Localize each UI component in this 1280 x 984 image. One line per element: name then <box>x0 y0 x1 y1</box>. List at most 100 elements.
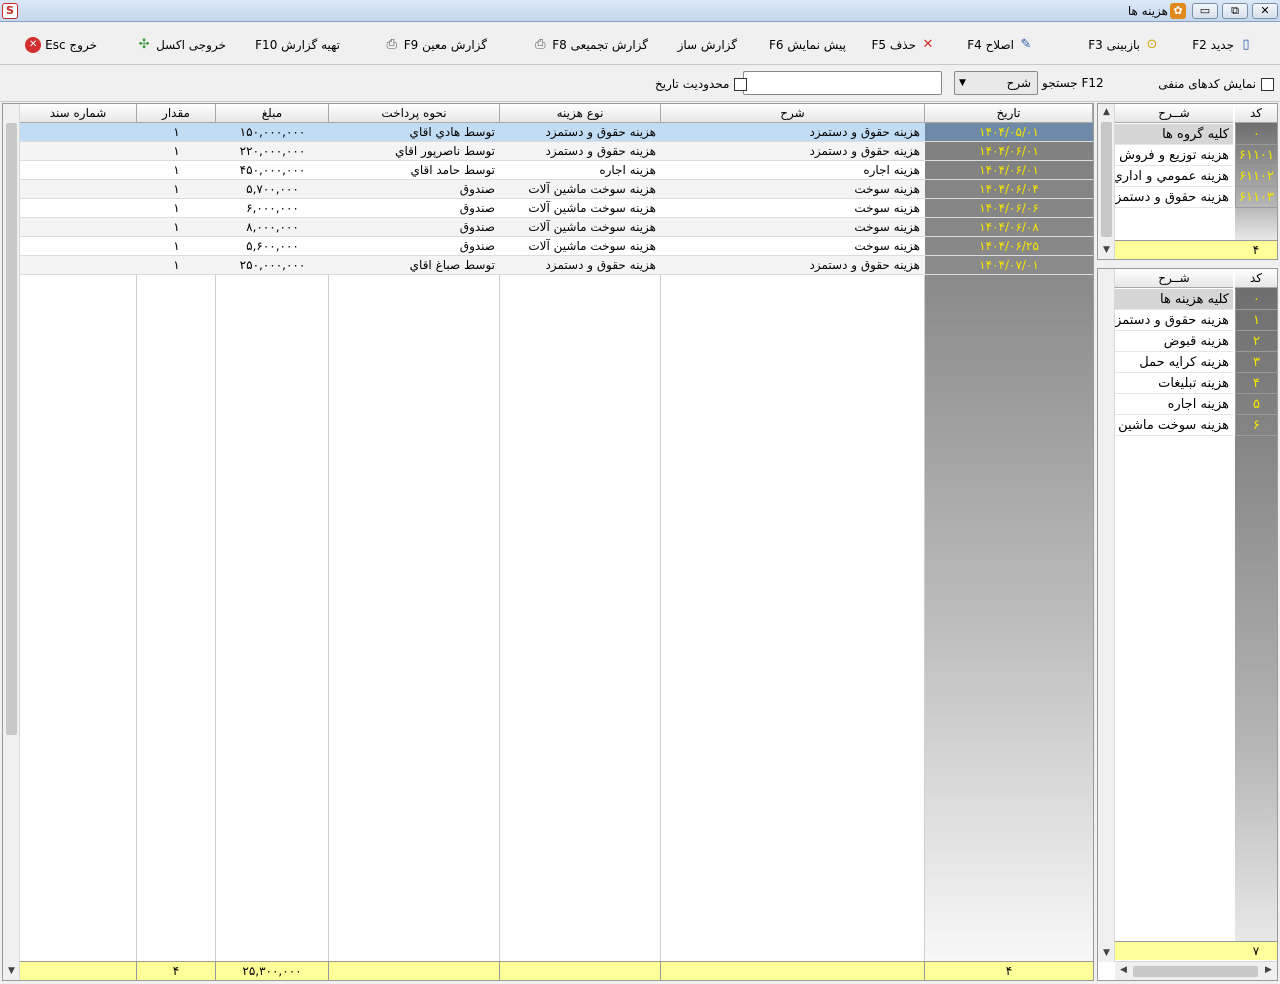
cell-quantity[interactable]: ۱ <box>137 199 216 218</box>
list-item-code[interactable]: ۲ <box>1235 331 1277 352</box>
cell-date[interactable]: ۱۴۰۴/۰۶/۰۴ <box>925 180 1093 199</box>
group-panel-scrollbar[interactable]: ▲ ▼ <box>1098 104 1115 259</box>
cell-payment-method[interactable]: صندوق <box>329 218 500 237</box>
list-item-code[interactable]: ۴ <box>1235 373 1277 394</box>
cell-description[interactable]: هزینه حقوق و دستمزد <box>661 123 925 142</box>
cell-expense-type[interactable]: هزینه سوخت ماشین آلات <box>500 199 661 218</box>
list-item-code[interactable]: ۶ <box>1235 415 1277 436</box>
cell-date[interactable]: ۱۴۰۴/۰۶/۰۱ <box>925 161 1093 180</box>
scrollbar-thumb[interactable] <box>1101 122 1112 237</box>
cell-doc-number[interactable] <box>20 161 137 180</box>
list-item-label[interactable]: هزینه کرایه حمل <box>1115 352 1233 373</box>
list-item-code[interactable]: ۶۱۱۰۲ <box>1235 166 1277 187</box>
exit-button[interactable]: خروج Esc ✕ <box>25 35 97 55</box>
scrollbar-thumb[interactable] <box>1133 966 1258 977</box>
cell-quantity[interactable]: ۱ <box>137 256 216 275</box>
scroll-left-arrow-icon[interactable]: ◀ <box>1115 962 1132 979</box>
list-item-label[interactable]: کلیه هزینه ها <box>1115 289 1233 310</box>
cell-expense-type[interactable]: هزینه حقوق و دستمزد <box>500 256 661 275</box>
list-item-label[interactable]: هزینه حقوق و دستمزد <box>1115 310 1233 331</box>
date-limit-option[interactable]: محدودیت تاریخ <box>655 77 748 91</box>
excel-export-button[interactable]: خروجی اکسل ✣ <box>136 35 226 55</box>
cell-date[interactable]: ۱۴۰۴/۰۵/۰۱ <box>925 123 1093 142</box>
scrollbar-thumb[interactable] <box>6 123 17 735</box>
prepare-report-button[interactable]: تهیه گزارش F10 <box>255 35 340 55</box>
list-item-label[interactable]: هزینه قبوض <box>1115 331 1233 352</box>
cell-description[interactable]: هزینه اجاره <box>661 161 925 180</box>
cell-payment-method[interactable]: توسط صباغ اقاي <box>329 256 500 275</box>
cell-description[interactable]: هزینه حقوق و دستمزد <box>661 142 925 161</box>
cell-description[interactable]: هزینه سوخت <box>661 218 925 237</box>
cell-payment-method[interactable]: توسط حامد اقاي <box>329 161 500 180</box>
cell-quantity[interactable]: ۱ <box>137 218 216 237</box>
cell-doc-number[interactable] <box>20 123 137 142</box>
cell-payment-method[interactable]: صندوق <box>329 199 500 218</box>
cell-amount[interactable]: ۴۵۰,۰۰۰,۰۰۰ <box>216 161 329 180</box>
cell-description[interactable]: هزینه سوخت <box>661 237 925 256</box>
cell-doc-number[interactable] <box>20 256 137 275</box>
minimize-button[interactable]: ▭ <box>1192 3 1218 19</box>
cell-payment-method[interactable]: توسط ناصرپور اقاي <box>329 142 500 161</box>
cell-doc-number[interactable] <box>20 218 137 237</box>
cell-doc-number[interactable] <box>20 180 137 199</box>
cell-expense-type[interactable]: هزینه حقوق و دستمزد <box>500 142 661 161</box>
list-item-code[interactable]: ۶۱۱۰۳ <box>1235 187 1277 208</box>
category-panel-scrollbar[interactable]: ▼ <box>1098 269 1115 962</box>
cell-expense-type[interactable]: هزینه حقوق و دستمزد <box>500 123 661 142</box>
cell-amount[interactable]: ۶,۰۰۰,۰۰۰ <box>216 199 329 218</box>
show-negative-codes-checkbox[interactable] <box>1261 77 1274 91</box>
cell-description[interactable]: هزینه سوخت <box>661 180 925 199</box>
list-item-code[interactable]: ۵ <box>1235 394 1277 415</box>
grid-vertical-scrollbar[interactable]: ▼ <box>3 104 20 980</box>
list-item-code[interactable]: ۱ <box>1235 310 1277 331</box>
cell-doc-number[interactable] <box>20 237 137 256</box>
scroll-down-arrow-icon[interactable]: ▼ <box>3 963 20 980</box>
list-item-code[interactable]: ۳ <box>1235 352 1277 373</box>
report-builder-button[interactable]: گزارش ساز <box>678 35 737 55</box>
scroll-right-arrow-icon[interactable]: ▶ <box>1260 962 1277 979</box>
cell-expense-type[interactable]: هزینه سوخت ماشین آلات <box>500 237 661 256</box>
scroll-down-arrow-icon[interactable]: ▼ <box>1098 945 1115 962</box>
header-quantity[interactable]: مقدار <box>137 104 216 123</box>
delete-button[interactable]: ✕ حذف F5 <box>871 35 936 55</box>
date-limit-checkbox[interactable] <box>734 77 748 91</box>
header-doc-number[interactable]: شماره سند <box>20 104 137 123</box>
cell-description[interactable]: هزینه حقوق و دستمزد <box>661 256 925 275</box>
cell-quantity[interactable]: ۱ <box>137 161 216 180</box>
cell-date[interactable]: ۱۴۰۴/۰۷/۰۱ <box>925 256 1093 275</box>
list-item-label[interactable]: هزینه سوخت ماشین آلات <box>1115 415 1233 436</box>
header-amount[interactable]: مبلغ <box>216 104 329 123</box>
restore-button[interactable]: ⧉ <box>1222 3 1248 19</box>
new-button[interactable]: ▯ جدید F2 <box>1192 35 1254 55</box>
view-button[interactable]: ⊙ بازبینی F3 <box>1088 35 1160 55</box>
cell-amount[interactable]: ۱۵۰,۰۰۰,۰۰۰ <box>216 123 329 142</box>
cell-amount[interactable]: ۵,۷۰۰,۰۰۰ <box>216 180 329 199</box>
list-item-label[interactable]: هزینه اجاره <box>1115 394 1233 415</box>
cell-expense-type[interactable]: هزینه سوخت ماشین آلات <box>500 218 661 237</box>
list-item-label[interactable]: هزینه توزیع و فروش <box>1115 145 1233 166</box>
header-date[interactable]: تاریخ <box>925 104 1093 123</box>
header-expense-type[interactable]: نوع هزینه <box>500 104 661 123</box>
list-item-label[interactable]: هزینه حقوق و دستمزد <box>1115 187 1233 208</box>
cell-date[interactable]: ۱۴۰۴/۰۶/۲۵ <box>925 237 1093 256</box>
show-negative-codes-option[interactable]: نمایش کدهای منفی <box>1158 77 1274 91</box>
cell-payment-method[interactable]: توسط هادي اقاي <box>329 123 500 142</box>
cell-doc-number[interactable] <box>20 199 137 218</box>
cell-date[interactable]: ۱۴۰۴/۰۶/۰۶ <box>925 199 1093 218</box>
specific-report-button[interactable]: گزارش معین F9 ⎙ <box>384 35 487 55</box>
cell-date[interactable]: ۱۴۰۴/۰۶/۰۸ <box>925 218 1093 237</box>
edit-button[interactable]: ✎ اصلاح F4 <box>967 35 1034 55</box>
cell-quantity[interactable]: ۱ <box>137 123 216 142</box>
cell-quantity[interactable]: ۱ <box>137 142 216 161</box>
cell-quantity[interactable]: ۱ <box>137 237 216 256</box>
scroll-up-arrow-icon[interactable]: ▲ <box>1098 104 1115 121</box>
cell-payment-method[interactable]: صندوق <box>329 180 500 199</box>
cell-date[interactable]: ۱۴۰۴/۰۶/۰۱ <box>925 142 1093 161</box>
scroll-down-arrow-icon[interactable]: ▼ <box>1098 242 1115 259</box>
list-item-label[interactable]: هزینه عمومي و اداري <box>1115 166 1233 187</box>
cell-amount[interactable]: ۸,۰۰۰,۰۰۰ <box>216 218 329 237</box>
list-item-label[interactable]: کلیه گروه ها <box>1115 124 1233 145</box>
list-item-label[interactable]: هزینه تبلیغات <box>1115 373 1233 394</box>
list-item-code[interactable]: ۰ <box>1235 124 1277 145</box>
cell-description[interactable]: هزینه سوخت <box>661 199 925 218</box>
